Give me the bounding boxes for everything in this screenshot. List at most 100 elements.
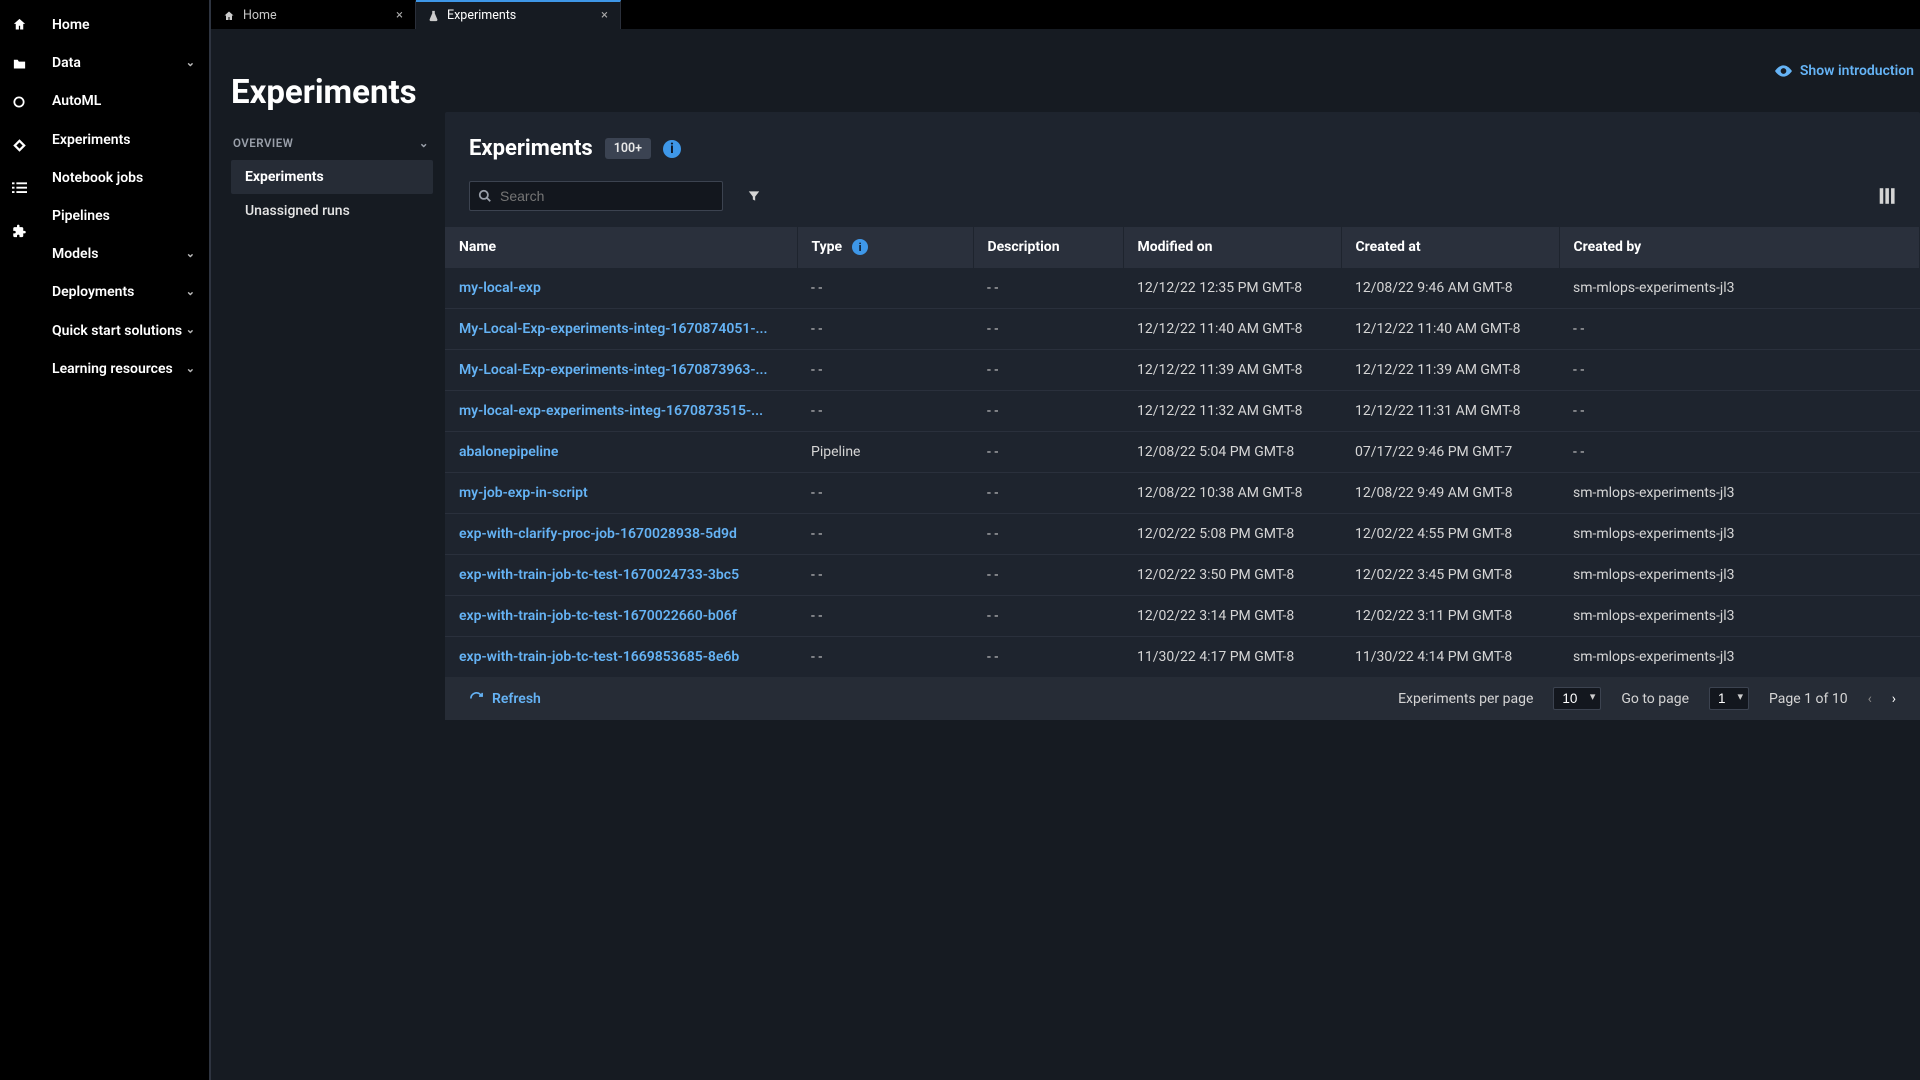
search-input[interactable] [492, 188, 714, 204]
goto-label: Go to page [1621, 691, 1689, 707]
next-page-button[interactable]: › [1892, 691, 1896, 707]
cell-type: - - [797, 514, 973, 555]
cell-name[interactable]: My-Local-Exp-experiments-integ-167087396… [445, 350, 797, 391]
cell-created-by: sm-mlops-experiments-jl3 [1559, 637, 1920, 678]
chevron-down-icon: ⌄ [186, 323, 195, 337]
cell-modified: 12/08/22 10:38 AM GMT-8 [1123, 473, 1341, 514]
tab-label: Experiments [447, 8, 516, 23]
sidebar-item-learning[interactable]: Learning resources⌄ [38, 350, 209, 388]
goto-page-select[interactable]: 1 [1709, 687, 1749, 710]
table-row[interactable]: My-Local-Exp-experiments-integ-167087405… [445, 309, 1920, 350]
close-icon[interactable]: × [396, 8, 403, 23]
cell-name[interactable]: exp-with-train-job-tc-test-1669853685-8e… [445, 637, 797, 678]
search-input-wrap[interactable] [469, 181, 723, 211]
col-name[interactable]: Name [445, 227, 797, 268]
refresh-label: Refresh [492, 691, 541, 707]
tab-label: Home [243, 8, 277, 23]
cell-type: - - [797, 309, 973, 350]
experiments-table: Name Typei Description Modified on Creat… [445, 227, 1920, 677]
cell-created-at: 07/17/22 9:46 PM GMT-7 [1341, 432, 1559, 473]
prev-page-button[interactable]: ‹ [1868, 691, 1872, 707]
sidebar-item-deployments[interactable]: Deployments⌄ [38, 273, 209, 311]
sidebar-item-label: Data [52, 54, 81, 72]
sidebar-item-notebook-jobs[interactable]: Notebook jobs [38, 159, 209, 197]
cell-name[interactable]: exp-with-train-job-tc-test-1670024733-3b… [445, 555, 797, 596]
table-row[interactable]: exp-with-train-job-tc-test-1669853685-8e… [445, 637, 1920, 678]
info-icon[interactable]: i [663, 140, 681, 158]
table-row[interactable]: exp-with-clarify-proc-job-1670028938-5d9… [445, 514, 1920, 555]
col-type-label: Type [812, 239, 843, 255]
overview-header-label: OVERVIEW [233, 136, 293, 150]
cell-name[interactable]: my-job-exp-in-script [445, 473, 797, 514]
columns-icon[interactable] [1879, 188, 1896, 204]
page-title: Experiments [231, 73, 417, 112]
diamond-icon[interactable] [0, 135, 38, 155]
cell-modified: 11/30/22 4:17 PM GMT-8 [1123, 637, 1341, 678]
show-introduction-button[interactable]: Show introduction [1775, 63, 1920, 79]
cell-modified: 12/02/22 3:50 PM GMT-8 [1123, 555, 1341, 596]
cell-created-at: 12/12/22 11:39 AM GMT-8 [1341, 350, 1559, 391]
sidebar-item-label: Quick start solutions [52, 322, 182, 340]
cell-created-at: 11/30/22 4:14 PM GMT-8 [1341, 637, 1559, 678]
cell-modified: 12/12/22 11:32 AM GMT-8 [1123, 391, 1341, 432]
sidebar-item-automl[interactable]: AutoML [38, 82, 209, 120]
cell-description: - - [973, 637, 1123, 678]
chevron-down-icon: ⌄ [186, 56, 195, 70]
circle-icon[interactable] [0, 92, 38, 112]
extension-icon[interactable] [0, 221, 38, 241]
cell-name[interactable]: my-local-exp-experiments-integ-167087351… [445, 391, 797, 432]
refresh-button[interactable]: Refresh [469, 691, 541, 707]
info-icon[interactable]: i [852, 239, 868, 255]
col-type[interactable]: Typei [797, 227, 973, 268]
table-row[interactable]: exp-with-train-job-tc-test-1670022660-b0… [445, 596, 1920, 637]
overview-item-unassigned[interactable]: Unassigned runs [231, 194, 433, 228]
table-row[interactable]: abalonepipelinePipeline- -12/08/22 5:04 … [445, 432, 1920, 473]
overview-header[interactable]: OVERVIEW ⌄ [231, 134, 433, 160]
tab-experiments[interactable]: Experiments × [416, 0, 621, 29]
close-icon[interactable]: × [601, 8, 608, 23]
home-icon [223, 10, 235, 22]
cell-created-at: 12/12/22 11:31 AM GMT-8 [1341, 391, 1559, 432]
table-row[interactable]: exp-with-train-job-tc-test-1670024733-3b… [445, 555, 1920, 596]
sidebar-item-home[interactable]: Home [38, 6, 209, 44]
col-created-by[interactable]: Created by [1559, 227, 1920, 268]
cell-type: - - [797, 350, 973, 391]
table-row[interactable]: My-Local-Exp-experiments-integ-167087396… [445, 350, 1920, 391]
table-row[interactable]: my-job-exp-in-script- -- -12/08/22 10:38… [445, 473, 1920, 514]
page-of-label: Page 1 of 10 [1769, 691, 1848, 707]
sidebar-item-pipelines[interactable]: Pipelines [38, 197, 209, 235]
home-icon[interactable] [0, 14, 38, 34]
per-page-select[interactable]: 10 [1553, 687, 1601, 710]
table-row[interactable]: my-local-exp-experiments-integ-167087351… [445, 391, 1920, 432]
folder-icon[interactable] [0, 53, 38, 73]
table-footer: Refresh Experiments per page 10 Go to pa… [445, 677, 1920, 720]
cell-name[interactable]: My-Local-Exp-experiments-integ-167087405… [445, 309, 797, 350]
col-created-at[interactable]: Created at [1341, 227, 1559, 268]
list-icon[interactable] [0, 178, 38, 198]
sidebar-item-quickstart[interactable]: Quick start solutions ⌄ [38, 312, 209, 350]
cell-name[interactable]: abalonepipeline [445, 432, 797, 473]
icon-rail [0, 0, 38, 1080]
sidebar-item-label: Pipelines [52, 207, 110, 225]
cell-name[interactable]: my-local-exp [445, 268, 797, 309]
sidebar-item-experiments[interactable]: Experiments [38, 121, 209, 159]
flask-icon [428, 10, 439, 22]
cell-created-at: 12/08/22 9:49 AM GMT-8 [1341, 473, 1559, 514]
overview-item-experiments[interactable]: Experiments [231, 160, 433, 194]
col-description[interactable]: Description [973, 227, 1123, 268]
cell-name[interactable]: exp-with-clarify-proc-job-1670028938-5d9… [445, 514, 797, 555]
col-modified[interactable]: Modified on [1123, 227, 1341, 268]
table-row[interactable]: my-local-exp- -- -12/12/22 12:35 PM GMT-… [445, 268, 1920, 309]
sidebar-item-label: Learning resources [52, 360, 173, 378]
cell-created-at: 12/02/22 3:11 PM GMT-8 [1341, 596, 1559, 637]
sidebar-item-label: Deployments [52, 283, 134, 301]
cell-created-by: sm-mlops-experiments-jl3 [1559, 473, 1920, 514]
search-icon [478, 189, 492, 203]
tab-home[interactable]: Home × [211, 0, 416, 29]
cell-modified: 12/02/22 5:08 PM GMT-8 [1123, 514, 1341, 555]
filter-icon[interactable] [747, 189, 761, 203]
cell-type: - - [797, 596, 973, 637]
cell-name[interactable]: exp-with-train-job-tc-test-1670022660-b0… [445, 596, 797, 637]
sidebar-item-data[interactable]: Data ⌄ [38, 44, 209, 82]
sidebar-item-models[interactable]: Models⌄ [38, 235, 209, 273]
